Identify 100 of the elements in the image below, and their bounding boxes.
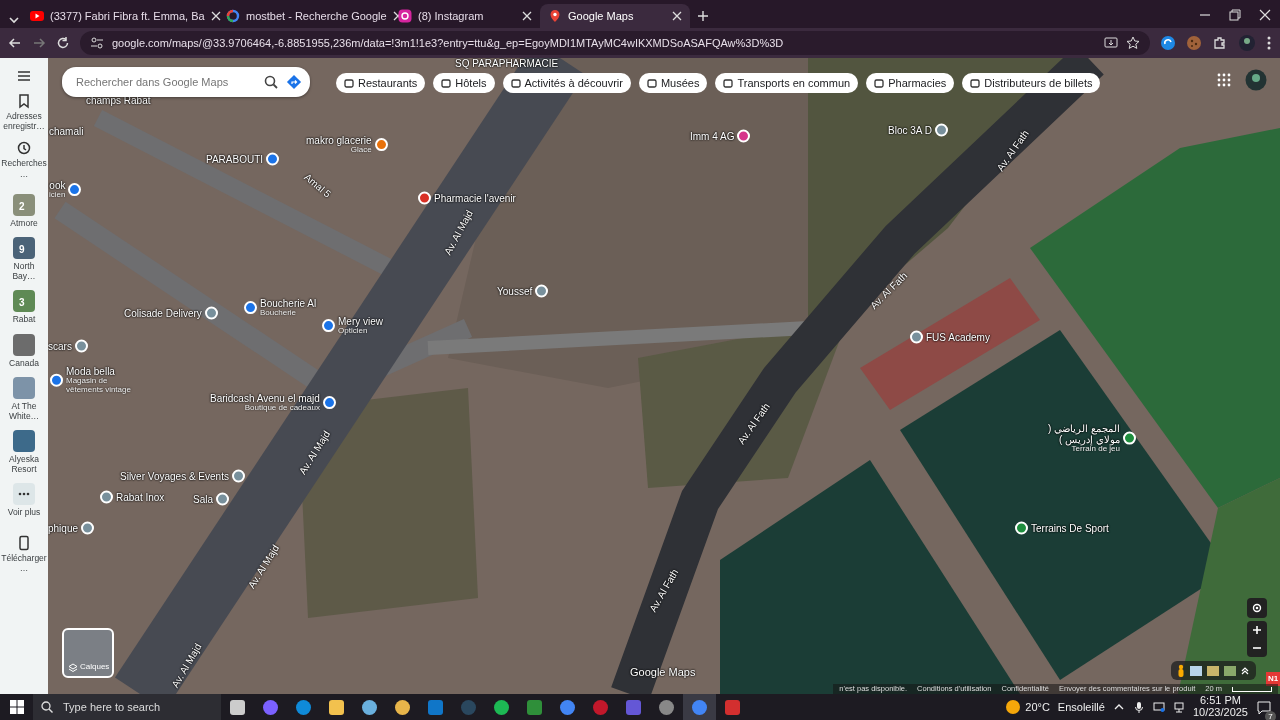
place-label: Mery view — [338, 316, 383, 328]
count-label: 2 — [19, 199, 25, 214]
clock-date: 10/23/2025 — [1192, 707, 1248, 719]
profile-avatar-icon[interactable] — [1238, 34, 1256, 52]
layers-icon — [68, 663, 78, 673]
browser-tab[interactable]: (8) Instagram — [390, 4, 540, 28]
map-logo: Google Maps — [630, 666, 696, 679]
corner-badge: N1 — [1266, 672, 1280, 686]
category-chip[interactable]: Restaurants — [336, 73, 426, 93]
cookie-icon[interactable] — [1186, 35, 1202, 51]
notification-icon[interactable] — [1256, 699, 1272, 716]
install-icon[interactable] — [1104, 36, 1118, 50]
sidebar-item[interactable]: Canada — [1, 333, 47, 368]
place-label: Rabat Inox — [116, 491, 165, 503]
close-icon[interactable] — [1258, 8, 1272, 22]
road-label: Av. Al Majd — [441, 207, 476, 258]
category-chip[interactable]: Pharmacies — [866, 73, 955, 93]
sidebar-item[interactable]: Télécharger… — [1, 534, 47, 573]
category-chip[interactable]: Transports en commun — [715, 73, 859, 93]
forward-arrow-icon[interactable] — [32, 36, 46, 50]
map-type-thumbnail[interactable] — [1190, 665, 1202, 676]
more-vertical-icon[interactable] — [1266, 35, 1272, 51]
close-icon[interactable] — [522, 11, 532, 21]
windows-logo-icon — [9, 700, 24, 714]
address-bar[interactable]: google.com/maps/@33.9706464,-6.8851955,236m/data=!3m1!1e3?entry=ttu&g_ep=EgoyMDI1MTAyMC4wIKXMDSoASAFQAw%3D%3D — [80, 31, 1150, 55]
taskbar-search-bar[interactable]: Type here to search — [33, 694, 221, 720]
monitor-icon[interactable] — [1152, 701, 1165, 713]
my-location-button[interactable] — [1247, 598, 1267, 618]
place-category: Boucherie — [260, 309, 297, 318]
phone-icon — [16, 534, 32, 551]
chevron-up-icon[interactable] — [1240, 665, 1250, 676]
list-thumbnail — [13, 333, 35, 356]
category-chip[interactable]: Musées — [638, 73, 708, 93]
list-thumbnail — [13, 430, 35, 453]
extension-circle-icon[interactable] — [1160, 35, 1176, 51]
map-type-thumbnail[interactable] — [1224, 665, 1236, 676]
place-label: المجمع الرياضي ( مولاي إدريس ) — [1047, 422, 1120, 445]
sidebar-item[interactable]: 9 North Bay… — [1, 236, 47, 282]
apps-grid-icon[interactable] — [1217, 73, 1231, 87]
place-label: Baridcash Avenu el majd — [210, 393, 320, 405]
sidebar-item[interactable]: 2 Atmore — [1, 193, 47, 228]
bookmark-icon — [16, 93, 32, 109]
place-label: Bloc 3A D — [888, 124, 932, 136]
browser-tab[interactable]: (3377) Fabri Fibra ft. Emma, Ba — [22, 4, 218, 28]
place-label: Colisade Delivery — [124, 307, 202, 319]
browser-tab[interactable]: Google Maps — [540, 4, 690, 28]
sidebar-item[interactable]: At The White… — [1, 376, 47, 422]
taskbar-search-field[interactable]: Type here to search — [61, 697, 181, 717]
ring-icon — [226, 9, 240, 23]
sidebar-item[interactable]: Adresses enregistr… — [1, 93, 47, 132]
place-label: ook — [49, 180, 66, 192]
sidebar-item[interactable]: 3 Rabat — [1, 290, 47, 325]
account-avatar-icon[interactable] — [1245, 69, 1267, 91]
category-chip[interactable]: Hôtels — [433, 73, 495, 93]
sidebar-item[interactable]: Recherches… — [1, 140, 47, 179]
sidebar-item[interactable]: Alyeska Resort — [1, 430, 47, 475]
close-icon[interactable] — [210, 11, 221, 21]
back-arrow-icon[interactable] — [8, 36, 22, 50]
sidebar-item[interactable]: Voir plus — [1, 483, 47, 518]
place-category: Boutique de cadeaux — [244, 404, 320, 413]
notification-badge: 7 — [1265, 711, 1276, 720]
count-label: 3 — [19, 296, 25, 311]
place-label: Boucherie Al — [260, 298, 317, 310]
close-icon[interactable] — [672, 11, 682, 21]
place-label: Silver Voyages & Events — [120, 470, 229, 482]
place-label: phique — [48, 522, 79, 534]
place-label: scars — [48, 340, 72, 352]
place-label: PARABOUTI — [206, 153, 264, 165]
layers-button[interactable]: Calques — [62, 628, 114, 678]
search-bar[interactable]: Rechercher dans Google Maps — [62, 67, 310, 97]
restore-icon[interactable] — [1228, 8, 1242, 22]
place-label: Youssef — [497, 285, 533, 297]
history-icon — [16, 140, 32, 157]
puzzle-icon[interactable] — [1212, 35, 1228, 51]
network-icon[interactable] — [1172, 701, 1185, 713]
more-horizontal-icon — [13, 483, 35, 506]
place-label: Terrains De Sport — [1031, 522, 1109, 534]
category-chip[interactable]: Distributeurs de billets — [962, 73, 1101, 93]
zoom-in-button[interactable] — [1247, 621, 1267, 639]
place-label: chamali — [49, 125, 84, 137]
place-label: FUS Academy — [926, 331, 990, 343]
tune-icon — [90, 36, 104, 50]
zoom-out-button[interactable] — [1247, 639, 1267, 657]
search-icon[interactable] — [264, 75, 278, 89]
search-icon — [41, 701, 53, 713]
reload-icon[interactable] — [56, 36, 70, 50]
plus-icon[interactable] — [696, 9, 710, 23]
plus-icon — [1252, 625, 1262, 635]
menu-icon[interactable] — [16, 68, 32, 84]
map-type-thumbnail[interactable] — [1207, 665, 1219, 676]
place-label: champs Rabat — [86, 94, 151, 106]
place-label: Pharmacie l'avenir — [434, 192, 516, 204]
star-icon[interactable] — [1126, 36, 1140, 50]
place-label: Imm 4 AG — [690, 130, 735, 142]
place-label: makro glacerie — [306, 135, 372, 147]
road-label: Av. Al Fath — [867, 268, 911, 313]
place-category: Opticien — [338, 327, 368, 336]
category-chip[interactable]: Activités à découvrir — [502, 73, 631, 93]
microphone-icon[interactable] — [1132, 701, 1145, 713]
pegman-icon[interactable] — [1177, 663, 1185, 678]
